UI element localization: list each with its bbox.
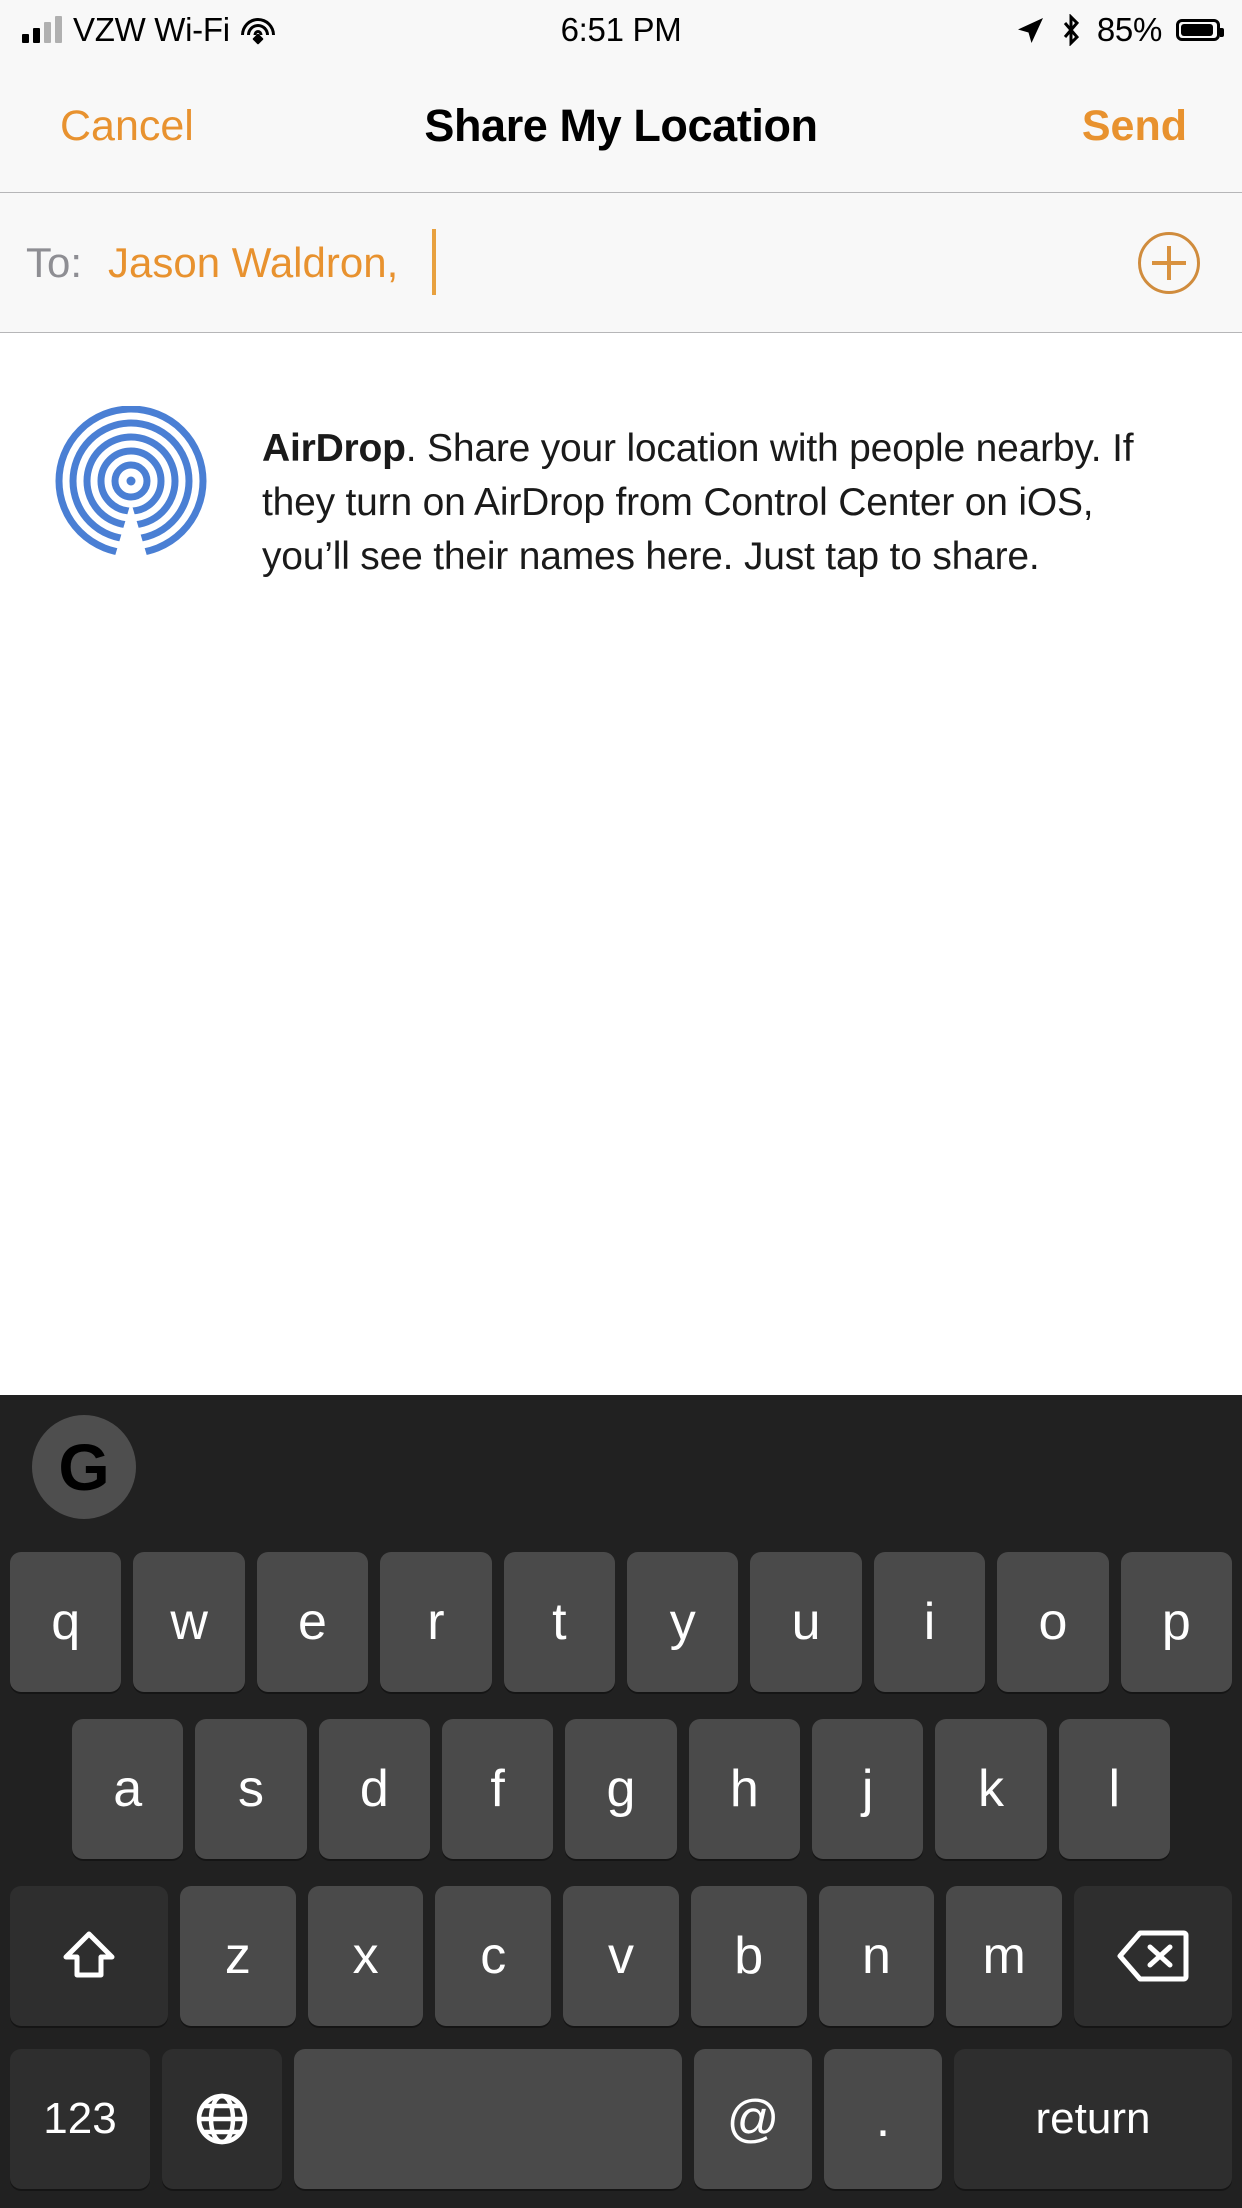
airdrop-section: AirDrop. Share your location with people… — [0, 406, 1242, 583]
key-l[interactable]: l — [1058, 1718, 1170, 1859]
status-bar-right: 85% — [1015, 0, 1224, 60]
key-n[interactable]: n — [818, 1885, 935, 2026]
key-b[interactable]: b — [690, 1885, 807, 2026]
navigation-bar: Cancel Share My Location Send — [0, 60, 1242, 193]
at-key[interactable]: @ — [694, 2049, 812, 2189]
key-g[interactable]: g — [565, 1718, 677, 1859]
key-e[interactable]: e — [256, 1551, 369, 1692]
keyboard-row-1: q w e r t y u i o p — [0, 1538, 1242, 1705]
space-key[interactable] — [294, 2049, 682, 2189]
key-s[interactable]: s — [195, 1718, 307, 1859]
key-t[interactable]: t — [503, 1551, 616, 1692]
key-p[interactable]: p — [1120, 1551, 1233, 1692]
key-c[interactable]: c — [435, 1885, 552, 2026]
battery-percent-label: 85% — [1096, 11, 1162, 48]
content-area: AirDrop. Share your location with people… — [0, 334, 1242, 1395]
bluetooth-icon — [1063, 14, 1079, 46]
recipients-field[interactable]: To: Jason Waldron, — [0, 193, 1242, 333]
backspace-icon — [1117, 1930, 1189, 1981]
numbers-key[interactable]: 123 — [10, 2049, 150, 2189]
shift-arrow-icon — [63, 1931, 115, 1977]
status-bar: VZW Wi-Fi 6:51 PM 85% — [0, 0, 1242, 60]
return-key[interactable]: return — [954, 2049, 1232, 2189]
send-button[interactable]: Send — [1082, 102, 1187, 151]
key-h[interactable]: h — [688, 1718, 800, 1859]
key-i[interactable]: i — [873, 1551, 986, 1692]
on-screen-keyboard: G q w e r t y u i o p a s d f g h j k l … — [0, 1395, 1242, 2208]
key-f[interactable]: f — [441, 1718, 554, 1859]
keyboard-row-2: a s d f g h j k l — [0, 1705, 1242, 1872]
keyboard-toolbar: G — [0, 1395, 1242, 1538]
gboard-logo-icon[interactable]: G — [32, 1415, 136, 1519]
globe-icon — [196, 2093, 248, 2145]
key-w[interactable]: w — [133, 1551, 245, 1692]
airdrop-title: AirDrop — [262, 427, 406, 470]
plus-circle-icon[interactable] — [1138, 231, 1200, 294]
keyboard-rows: q w e r t y u i o p a s d f g h j k l z … — [0, 1538, 1242, 2199]
key-x[interactable]: x — [307, 1885, 424, 2026]
key-o[interactable]: o — [997, 1551, 1109, 1692]
key-r[interactable]: r — [380, 1551, 492, 1692]
key-k[interactable]: k — [935, 1718, 1047, 1859]
text-caret — [432, 229, 436, 295]
recipient-token[interactable]: Jason Waldron, — [108, 239, 398, 287]
key-m[interactable]: m — [946, 1885, 1063, 2026]
key-y[interactable]: y — [627, 1551, 739, 1692]
to-label: To: — [26, 238, 83, 286]
key-a[interactable]: a — [72, 1718, 184, 1859]
key-v[interactable]: v — [563, 1885, 679, 2026]
key-z[interactable]: z — [180, 1885, 296, 2026]
battery-icon — [1176, 19, 1224, 41]
key-d[interactable]: d — [318, 1718, 430, 1859]
period-key[interactable]: . — [824, 2049, 942, 2189]
airdrop-description: AirDrop. Share your location with people… — [262, 422, 1162, 583]
key-u[interactable]: u — [750, 1551, 862, 1692]
share-my-location-screen: VZW Wi-Fi 6:51 PM 85% Cancel Share My Lo… — [0, 0, 1242, 2208]
keyboard-row-3: z x c v b n m — [0, 1872, 1242, 2039]
key-q[interactable]: q — [10, 1551, 122, 1692]
globe-key[interactable] — [162, 2049, 282, 2189]
backspace-key[interactable] — [1074, 1885, 1233, 2026]
shift-key[interactable] — [10, 1885, 168, 2026]
gboard-logo-letter: G — [58, 1430, 110, 1504]
keyboard-row-4: 123 @ . return — [0, 2039, 1242, 2199]
page-title: Share My Location — [424, 100, 818, 151]
airdrop-icon — [52, 406, 210, 556]
clock-label: 6:51 PM — [560, 11, 682, 48]
location-arrow-icon — [1017, 18, 1043, 43]
key-j[interactable]: j — [811, 1718, 924, 1859]
